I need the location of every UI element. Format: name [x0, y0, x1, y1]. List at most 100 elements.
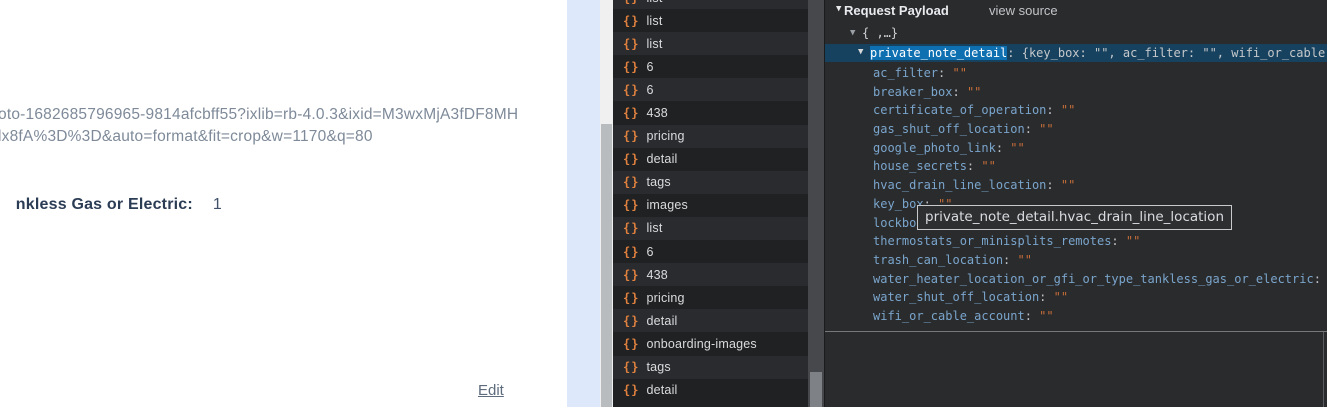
request-row[interactable]: {}list — [613, 0, 808, 9]
request-row[interactable]: {}pricing — [613, 286, 808, 309]
request-row[interactable]: {} list — [613, 217, 808, 240]
key-value-separator: : — [1046, 178, 1060, 192]
key-value-separator: : — [1025, 122, 1039, 136]
payload-field-key: breaker_box — [873, 85, 952, 99]
json-braces-icon: {} — [623, 175, 639, 189]
request-row[interactable]: {} tags — [613, 356, 808, 379]
payload-field-row[interactable]: water_heater_location_or_gfi_or_type_tan… — [873, 270, 1327, 289]
field-label: nkless Gas or Electric: — [16, 196, 193, 213]
selected-payload-row[interactable]: ▼ private_note_detail: {key_box: "", ac_… — [825, 44, 1327, 62]
network-requests-panel: {}list{}list{}list{}6{}6{}438{}pricing{}… — [613, 0, 808, 407]
request-row[interactable]: {} detail — [613, 148, 808, 171]
payload-field-key: water_heater_location_or_gfi_or_type_tan… — [873, 272, 1314, 286]
payload-field-row[interactable]: breaker_box: "" — [873, 83, 1327, 102]
payload-field-key: hvac_drain_line_location — [873, 178, 1046, 192]
json-braces-icon: {} — [623, 83, 639, 97]
request-row[interactable]: {}detail — [613, 379, 808, 402]
key-value-separator: : — [1003, 253, 1017, 267]
payload-field-value: "" — [981, 159, 995, 173]
panel-edge-line — [1323, 332, 1324, 407]
request-row[interactable]: {}detail — [613, 309, 808, 332]
request-name: list — [646, 221, 662, 235]
key-value-separator: : — [996, 141, 1010, 155]
payload-field-row[interactable]: house_secrets: "" — [873, 157, 1327, 176]
json-braces-icon: {} — [623, 314, 639, 328]
json-braces-icon: {} — [623, 268, 639, 282]
request-row[interactable]: {} tags — [613, 171, 808, 194]
collapse-triangle-icon[interactable]: ▼ — [836, 4, 841, 14]
field-value: 1 — [213, 196, 222, 213]
request-row[interactable]: {} list — [613, 9, 808, 32]
payload-field-row[interactable]: ac_filter: "" — [873, 64, 1327, 83]
request-name: detail — [646, 152, 677, 166]
payload-field-key: thermostats_or_minisplits_remotes — [873, 234, 1111, 248]
request-row[interactable]: {}6 — [613, 78, 808, 101]
json-braces-icon: {} — [623, 360, 639, 374]
selected-key[interactable]: private_note_detail — [870, 46, 1007, 60]
url-line-1: oto-1682685796965-9814afcbff55?ixlib=rb-… — [0, 106, 518, 123]
payload-field-row[interactable]: water_shut_off_location: "" — [873, 288, 1327, 307]
edit-link[interactable]: Edit — [478, 382, 504, 399]
payload-fields-list: ac_filter: ""breaker_box: ""certificate_… — [873, 64, 1327, 326]
request-name: 6 — [646, 245, 653, 259]
field-line: nkless Gas or Electric: 1 — [0, 172, 222, 238]
request-row[interactable]: {} 438 — [613, 263, 808, 286]
request-name: list — [646, 14, 662, 28]
payload-field-value: "" — [1054, 290, 1068, 304]
payload-field-value: "" — [1018, 253, 1032, 267]
request-name: images — [646, 198, 688, 212]
request-name: tags — [646, 360, 670, 374]
json-braces-icon: {} — [623, 152, 639, 166]
request-row[interactable]: {} 6 — [613, 240, 808, 263]
request-name: list — [646, 37, 662, 51]
collapse-triangle-icon[interactable]: ▼ — [850, 28, 855, 38]
request-row[interactable]: {} list — [613, 32, 808, 55]
payload-field-key: ac_filter — [873, 66, 938, 80]
payload-field-key: gas_shut_off_location — [873, 122, 1025, 136]
page-scrollbar-thumb[interactable] — [601, 124, 612, 407]
payload-field-key: wifi_or_cable_account — [873, 309, 1025, 323]
request-row[interactable]: {} 6 — [613, 55, 808, 78]
key-path-tooltip: private_note_detail.hvac_drain_line_loca… — [917, 205, 1232, 230]
request-row[interactable]: {}pricing — [613, 125, 808, 148]
network-scrollbar[interactable] — [808, 0, 824, 407]
webpage-content: oto-1682685796965-9814afcbff55?ixlib=rb-… — [0, 0, 567, 407]
request-row[interactable]: {}438 — [613, 101, 808, 124]
json-braces-icon: {} — [623, 221, 639, 235]
payload-field-row[interactable]: hvac_drain_line_location: "" — [873, 176, 1327, 195]
request-row[interactable]: {} images — [613, 194, 808, 217]
payload-field-row[interactable]: thermostats_or_minisplits_remotes: "" — [873, 232, 1327, 251]
json-braces-icon: {} — [623, 245, 639, 259]
payload-field-value: "" — [952, 66, 966, 80]
key-value-separator: : — [1025, 309, 1039, 323]
payload-field-key: water_shut_off_location — [873, 290, 1039, 304]
network-scrollbar-thumb[interactable] — [810, 372, 822, 407]
payload-field-row[interactable]: gas_shut_off_location: "" — [873, 120, 1327, 139]
payload-field-key: trash_can_location — [873, 253, 1003, 267]
json-braces-icon: {} — [623, 37, 639, 51]
json-braces-icon: {} — [623, 60, 639, 74]
json-braces-icon: {} — [623, 129, 639, 143]
payload-field-value: "" — [1061, 103, 1075, 117]
root-object-preview: { ,…} — [862, 26, 898, 40]
request-row[interactable]: {}onboarding-images — [613, 332, 808, 355]
network-list: {}list{}list{}list{}6{}6{}438{}pricing{}… — [613, 0, 808, 402]
payload-field-row[interactable]: google_photo_link: "" — [873, 139, 1327, 158]
payload-field-row[interactable]: trash_can_location: "" — [873, 251, 1327, 270]
section-divider — [825, 331, 1327, 332]
key-value-separator: : — [967, 159, 981, 173]
page-scrollbar[interactable] — [600, 0, 613, 407]
payload-field-row[interactable]: certificate_of_operation: "" — [873, 101, 1327, 120]
request-name: 6 — [646, 60, 653, 74]
json-braces-icon: {} — [623, 14, 639, 28]
payload-field-value: "" — [967, 85, 981, 99]
payload-field-row[interactable]: wifi_or_cable_account: "" — [873, 307, 1327, 326]
selected-key-preview: : {key_box: "", ac_filter: "", wifi_or_c… — [1007, 46, 1325, 60]
view-source-link[interactable]: view source — [989, 3, 1058, 18]
request-name: tags — [646, 175, 670, 189]
collapse-triangle-icon[interactable]: ▼ — [858, 47, 863, 57]
key-value-separator: : — [1039, 290, 1053, 304]
page-background-strip — [567, 0, 600, 407]
json-braces-icon: {} — [623, 198, 639, 212]
request-name: 438 — [646, 268, 667, 282]
